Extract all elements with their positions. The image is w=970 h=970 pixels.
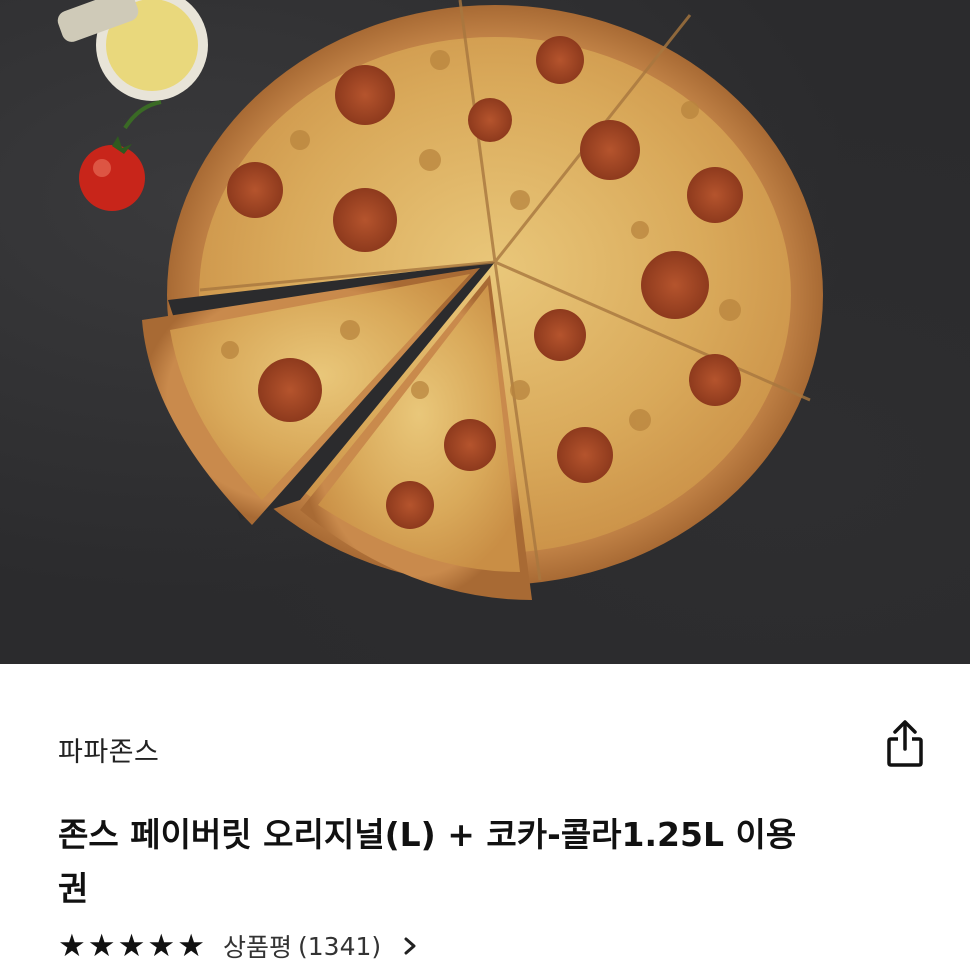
tomato	[79, 100, 162, 211]
pizza-illustration	[57, 0, 823, 600]
product-info: 파파존스 존스 페이버릿 오리지널(L) + 코카-콜라1.25L 이용권 ★ …	[0, 664, 970, 970]
rating-summary[interactable]: ★ ★ ★ ★ ★ 상품평 (1341)	[58, 926, 417, 966]
product-title: 존스 페이버릿 오리지널(L) + 코카-콜라1.25L 이용권	[58, 815, 797, 908]
star-icon: ★	[87, 927, 116, 964]
star-rating: ★ ★ ★ ★ ★	[58, 927, 205, 964]
review-label: 상품평	[222, 933, 292, 962]
share-icon	[887, 720, 923, 767]
brand-name[interactable]: 파파존스	[58, 730, 159, 769]
star-icon: ★	[147, 927, 176, 964]
share-button[interactable]	[880, 716, 930, 772]
star-icon: ★	[117, 927, 146, 964]
star-icon: ★	[177, 927, 205, 964]
chevron-right-icon	[403, 936, 417, 956]
star-icon: ★	[58, 927, 86, 964]
review-count: (1341)	[298, 931, 382, 961]
sauce-cup	[57, 0, 208, 101]
product-hero-image	[0, 0, 970, 664]
pizza	[142, 0, 823, 600]
